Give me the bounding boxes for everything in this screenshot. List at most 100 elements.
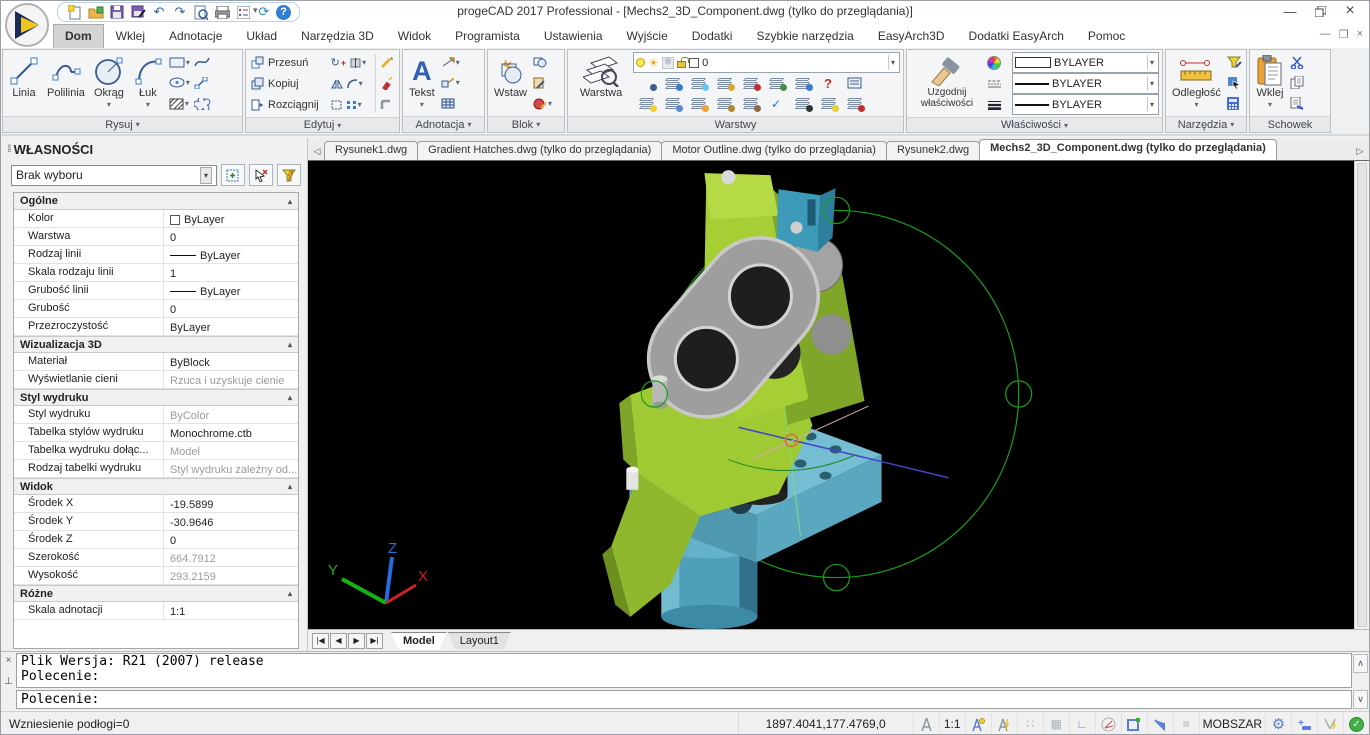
distance-button[interactable]: Odległość ▾ <box>1169 52 1224 114</box>
annotation-visibility-icon[interactable] <box>964 712 991 734</box>
layout-next-button[interactable]: ▶ <box>348 632 365 649</box>
mdi-restore-button[interactable]: ❐ <box>1339 28 1349 41</box>
polar-toggle-icon[interactable] <box>1094 712 1121 734</box>
scroll-up-icon[interactable]: ∧ <box>1353 654 1368 673</box>
move-button[interactable]: Przesuń <box>249 52 328 73</box>
scroll-down-icon[interactable]: ∨ <box>1353 690 1368 709</box>
annotation-autoscale-icon[interactable] <box>990 712 1017 734</box>
doc-tab-gradient-hatches[interactable]: Gradient Hatches.dwg (tylko do przegląda… <box>417 141 663 160</box>
layer-on-icon[interactable] <box>636 58 645 68</box>
drawing-viewport[interactable]: Z Y X <box>308 161 1354 629</box>
layer-on-all-button[interactable] <box>633 94 659 114</box>
section-header-rozne[interactable]: Różne ▴ <box>14 585 298 602</box>
settings-gear-icon[interactable]: ⚙ <box>1265 712 1291 734</box>
doc-tabs-scroll-right-icon[interactable]: ▷ <box>1353 142 1367 160</box>
distance-dropdown-icon[interactable]: ▾ <box>1194 100 1198 109</box>
layer-vp-freeze-icon[interactable]: ❄ <box>661 56 675 69</box>
tab-dodatki[interactable]: Dodatki <box>680 24 745 48</box>
command-input[interactable]: Polecenie: <box>16 690 1352 709</box>
rectangle-button[interactable]: ▾ <box>168 52 191 72</box>
layout-first-button[interactable]: |◀ <box>312 632 329 649</box>
group-label-narzedzia[interactable]: Narzędzia ▾ <box>1166 116 1246 132</box>
layer-check-button[interactable]: ✓ <box>763 94 789 114</box>
section-header-wizualizacja[interactable]: Wizualizacja 3D ▴ <box>14 336 298 353</box>
ellipse-button[interactable]: ▾ <box>168 73 191 93</box>
ready-check-icon[interactable]: ✓ <box>1343 712 1369 734</box>
circle-button[interactable]: Okrąg ▾ <box>90 52 128 114</box>
arc-dropdown-icon[interactable]: ▾ <box>146 100 150 109</box>
group-label-adnotacja[interactable]: Adnotacja ▾ <box>403 116 484 132</box>
doc-tab-rysunek1[interactable]: Rysunek1.dwg <box>324 141 419 160</box>
layer-unlock-button[interactable] <box>711 94 737 114</box>
define-attribute-button[interactable]: ▾ <box>532 94 553 114</box>
polyline-button[interactable]: Polilinia <box>44 52 88 114</box>
command-close-icon[interactable]: × <box>6 655 12 666</box>
cut-icon[interactable] <box>1289 52 1313 72</box>
layer-combobox[interactable]: ☀ ❄ 0 ▾ <box>633 52 900 74</box>
hatch-button[interactable]: ▾ <box>168 94 191 114</box>
viewport-vertical-scrollbar[interactable] <box>1354 161 1369 629</box>
grid-toggle-icon[interactable]: ▦ <box>1042 712 1069 734</box>
group-label-rysuj[interactable]: Rysuj ▾ <box>3 116 242 132</box>
mirror-button[interactable]: ▾ <box>330 74 372 94</box>
tab-wklej[interactable]: Wklej <box>104 24 157 48</box>
layer-unisolate-button[interactable] <box>659 94 685 114</box>
progecad-logo-icon[interactable] <box>5 3 49 47</box>
text-button[interactable]: A Tekst ▾ <box>406 52 438 114</box>
tab-wyjscie[interactable]: Wyjście <box>615 24 680 48</box>
group-label-warstwy[interactable]: Warstwy <box>568 116 903 132</box>
collapse-icon[interactable]: ▴ <box>288 589 292 598</box>
minimize-button[interactable]: — <box>1275 1 1305 21</box>
model-tab[interactable]: Model <box>391 632 447 650</box>
trim-icon[interactable] <box>350 57 361 68</box>
layout-prev-button[interactable]: ◀ <box>330 632 347 649</box>
mdi-close-button[interactable]: × <box>1357 28 1363 41</box>
layer-walk-button[interactable]: ? <box>815 73 841 93</box>
layer-off-button[interactable] <box>633 73 659 93</box>
doc-tab-rysunek2[interactable]: Rysunek2.dwg <box>885 141 981 160</box>
dynamic-input-icon[interactable] <box>1317 712 1343 734</box>
lineweight-toggle-icon[interactable]: ≡ <box>1172 712 1199 734</box>
annotation-scale-value[interactable]: 1:1 <box>938 712 965 734</box>
copy-button[interactable]: Kopiuj <box>249 73 328 94</box>
polyline-edit-icon[interactable] <box>379 53 396 73</box>
tab-easyarch3d[interactable]: EasyArch3D <box>866 24 957 48</box>
create-block-button[interactable] <box>532 52 553 72</box>
viewport-canvas[interactable] <box>308 161 1354 629</box>
quick-select-button[interactable] <box>221 164 245 186</box>
leader-button[interactable]: ▾ <box>440 73 461 93</box>
layer-states-button[interactable] <box>841 73 867 93</box>
linetype-combobox[interactable]: BYLAYER ▾ <box>1012 73 1159 94</box>
layer-make-current-button[interactable] <box>737 73 763 93</box>
tab-widok[interactable]: Widok <box>386 24 443 48</box>
layer-manager-button[interactable]: Warstwa <box>571 52 631 114</box>
group-label-wlasciwosci[interactable]: Właściwości ▾ <box>907 117 1162 132</box>
match-properties-button[interactable]: Uzgodnij właściwości <box>910 52 984 115</box>
tab-adnotacje[interactable]: Adnotacje <box>157 24 234 48</box>
tab-szybkie-narzedzia[interactable]: Szybkie narzędzia <box>744 24 865 48</box>
revision-cloud-button[interactable] <box>193 94 212 114</box>
linetype-icon[interactable] <box>986 74 1010 94</box>
collapse-icon[interactable]: ▴ <box>288 340 292 349</box>
collapse-icon[interactable]: ▴ <box>288 482 292 491</box>
group-label-edytuj[interactable]: Edytuj ▾ <box>246 117 399 132</box>
layer-color-swatch[interactable] <box>689 57 700 68</box>
layer-isolate-button[interactable] <box>659 73 685 93</box>
tab-uklad[interactable]: Układ <box>234 24 289 48</box>
doc-tabs-scroll-left-icon[interactable]: ◁ <box>310 142 324 160</box>
select-objects-button[interactable] <box>249 164 273 186</box>
tab-pomoc[interactable]: Pomoc <box>1076 24 1137 48</box>
collapse-icon[interactable]: ▴ <box>288 197 292 206</box>
layer-freeze-button[interactable] <box>685 73 711 93</box>
paste-button[interactable]: Wklej ▾ <box>1253 52 1287 114</box>
ortho-toggle-icon[interactable]: ∟ <box>1068 712 1095 734</box>
paste-dropdown-icon[interactable]: ▾ <box>1268 100 1272 109</box>
layer-combo-dropdown-icon[interactable]: ▾ <box>887 55 897 71</box>
tab-narzedzia-3d[interactable]: Narzędzia 3D <box>289 24 386 48</box>
layer-delete-button[interactable] <box>841 94 867 114</box>
paste-special-icon[interactable] <box>1289 94 1313 114</box>
section-header-widok[interactable]: Widok ▴ <box>14 478 298 495</box>
tab-ustawienia[interactable]: Ustawienia <box>532 24 615 48</box>
layer-paint-button[interactable] <box>737 94 763 114</box>
close-button[interactable]: × <box>1335 1 1365 21</box>
